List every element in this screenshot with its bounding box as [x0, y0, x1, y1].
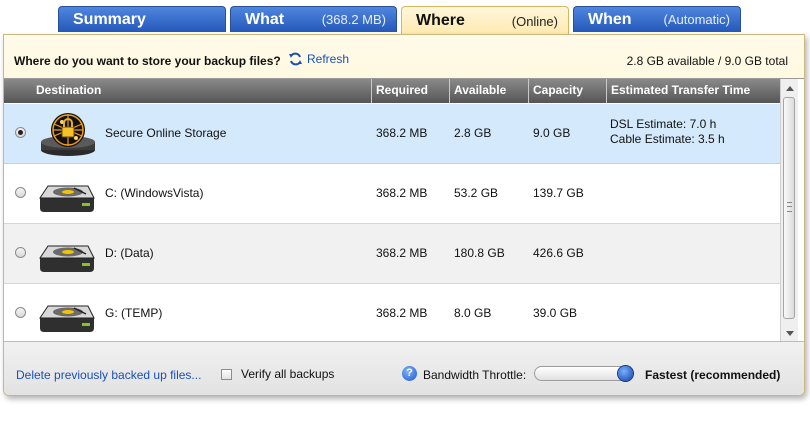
- table-row[interactable]: Secure Online Storage 368.2 MB 2.8 GB 9.…: [4, 104, 780, 164]
- tab-label: What: [245, 10, 285, 28]
- hard-drive-icon: [39, 185, 95, 212]
- scroll-up-arrow-icon[interactable]: [781, 81, 798, 97]
- dsl-estimate: DSL Estimate: 7.0 h: [610, 117, 717, 131]
- destination-name: C: (WindowsVista): [105, 186, 204, 200]
- table-row[interactable]: D: (Data) 368.2 MB 180.8 GB 426.6 GB: [4, 224, 780, 284]
- bandwidth-throttle-slider[interactable]: [534, 366, 634, 381]
- destination-table: Destination Required Available Capacity …: [4, 78, 804, 344]
- destination-radio[interactable]: [15, 127, 26, 138]
- tab-when[interactable]: When (Automatic): [573, 6, 741, 32]
- verify-backups-label: Verify all backups: [241, 367, 335, 381]
- capacity-value: 39.0 GB: [533, 306, 578, 320]
- hard-drive-icon: [39, 305, 95, 332]
- required-value: 368.2 MB: [376, 306, 428, 320]
- available-value: 180.8 GB: [454, 246, 505, 260]
- online-storage-icon: [41, 113, 95, 156]
- hard-drive-icon: [39, 245, 95, 272]
- tab-sublabel: (Automatic): [663, 12, 730, 27]
- capacity-value: 139.7 GB: [533, 186, 584, 200]
- required-value: 368.2 MB: [376, 246, 428, 260]
- storage-summary: 2.8 GB available / 9.0 GB total: [626, 54, 788, 68]
- refresh-icon: [289, 52, 302, 66]
- where-panel: Where do you want to store your backup f…: [3, 34, 805, 396]
- table-row[interactable]: G: (TEMP) 368.2 MB 8.0 GB 39.0 GB: [4, 284, 780, 344]
- tab-sublabel: (Online): [511, 13, 558, 29]
- refresh-label: Refresh: [307, 52, 350, 66]
- table-row[interactable]: C: (WindowsVista) 368.2 MB 53.2 GB 139.7…: [4, 164, 780, 224]
- destination-radio[interactable]: [15, 187, 26, 198]
- tab-sublabel: (368.2 MB): [321, 12, 386, 27]
- required-value: 368.2 MB: [376, 126, 428, 140]
- column-header-destination[interactable]: Destination: [4, 79, 372, 103]
- refresh-button[interactable]: Refresh: [288, 52, 349, 66]
- transfer-estimate: DSL Estimate: 7.0 h Cable Estimate: 3.5 …: [610, 117, 725, 147]
- storage-question: Where do you want to store your backup f…: [14, 54, 281, 68]
- bandwidth-value: Fastest (recommended): [645, 368, 781, 382]
- table-header: Destination Required Available Capacity …: [4, 79, 780, 103]
- tab-summary[interactable]: Summary: [58, 6, 226, 32]
- available-value: 53.2 GB: [454, 186, 499, 200]
- available-value: 2.8 GB: [454, 126, 492, 140]
- slider-knob[interactable]: [618, 366, 633, 381]
- destination-name: Secure Online Storage: [105, 126, 227, 140]
- required-value: 368.2 MB: [376, 186, 428, 200]
- tab-where[interactable]: Where (Online): [401, 6, 569, 35]
- scroll-down-arrow-icon[interactable]: [781, 325, 798, 341]
- available-value: 8.0 GB: [454, 306, 492, 320]
- tab-bar: Summary What (368.2 MB) Where (Online) W…: [58, 6, 741, 35]
- verify-backups-toggle[interactable]: Verify all backups: [221, 367, 334, 381]
- destination-radio[interactable]: [15, 247, 26, 258]
- capacity-value: 426.6 GB: [533, 246, 584, 260]
- column-header-available[interactable]: Available: [450, 79, 529, 103]
- capacity-value: 9.0 GB: [533, 126, 571, 140]
- delete-backups-link[interactable]: Delete previously backed up files...: [16, 368, 201, 382]
- bandwidth-throttle-label: Bandwidth Throttle:: [423, 368, 527, 382]
- destination-name: D: (Data): [105, 246, 154, 260]
- tab-label: When: [588, 10, 632, 28]
- tab-what[interactable]: What (368.2 MB): [230, 6, 397, 32]
- question-bar: Where do you want to store your backup f…: [4, 35, 804, 77]
- destination-radio[interactable]: [15, 307, 26, 318]
- help-icon[interactable]: ?: [402, 366, 417, 381]
- tab-label: Summary: [73, 10, 146, 28]
- destination-name: G: (TEMP): [105, 306, 163, 320]
- scrollbar-thumb[interactable]: [783, 97, 795, 319]
- cable-estimate: Cable Estimate: 3.5 h: [610, 132, 725, 146]
- verify-backups-checkbox[interactable]: [221, 368, 232, 380]
- vertical-scrollbar[interactable]: [780, 79, 798, 341]
- footer-bar: Delete previously backed up files... Ver…: [4, 341, 804, 395]
- grip-icon: [787, 202, 792, 212]
- column-header-estimated-transfer-time[interactable]: Estimated Transfer Time: [607, 79, 780, 103]
- column-header-required[interactable]: Required: [372, 79, 450, 103]
- column-header-capacity[interactable]: Capacity: [529, 79, 607, 103]
- tab-label: Where: [416, 12, 465, 29]
